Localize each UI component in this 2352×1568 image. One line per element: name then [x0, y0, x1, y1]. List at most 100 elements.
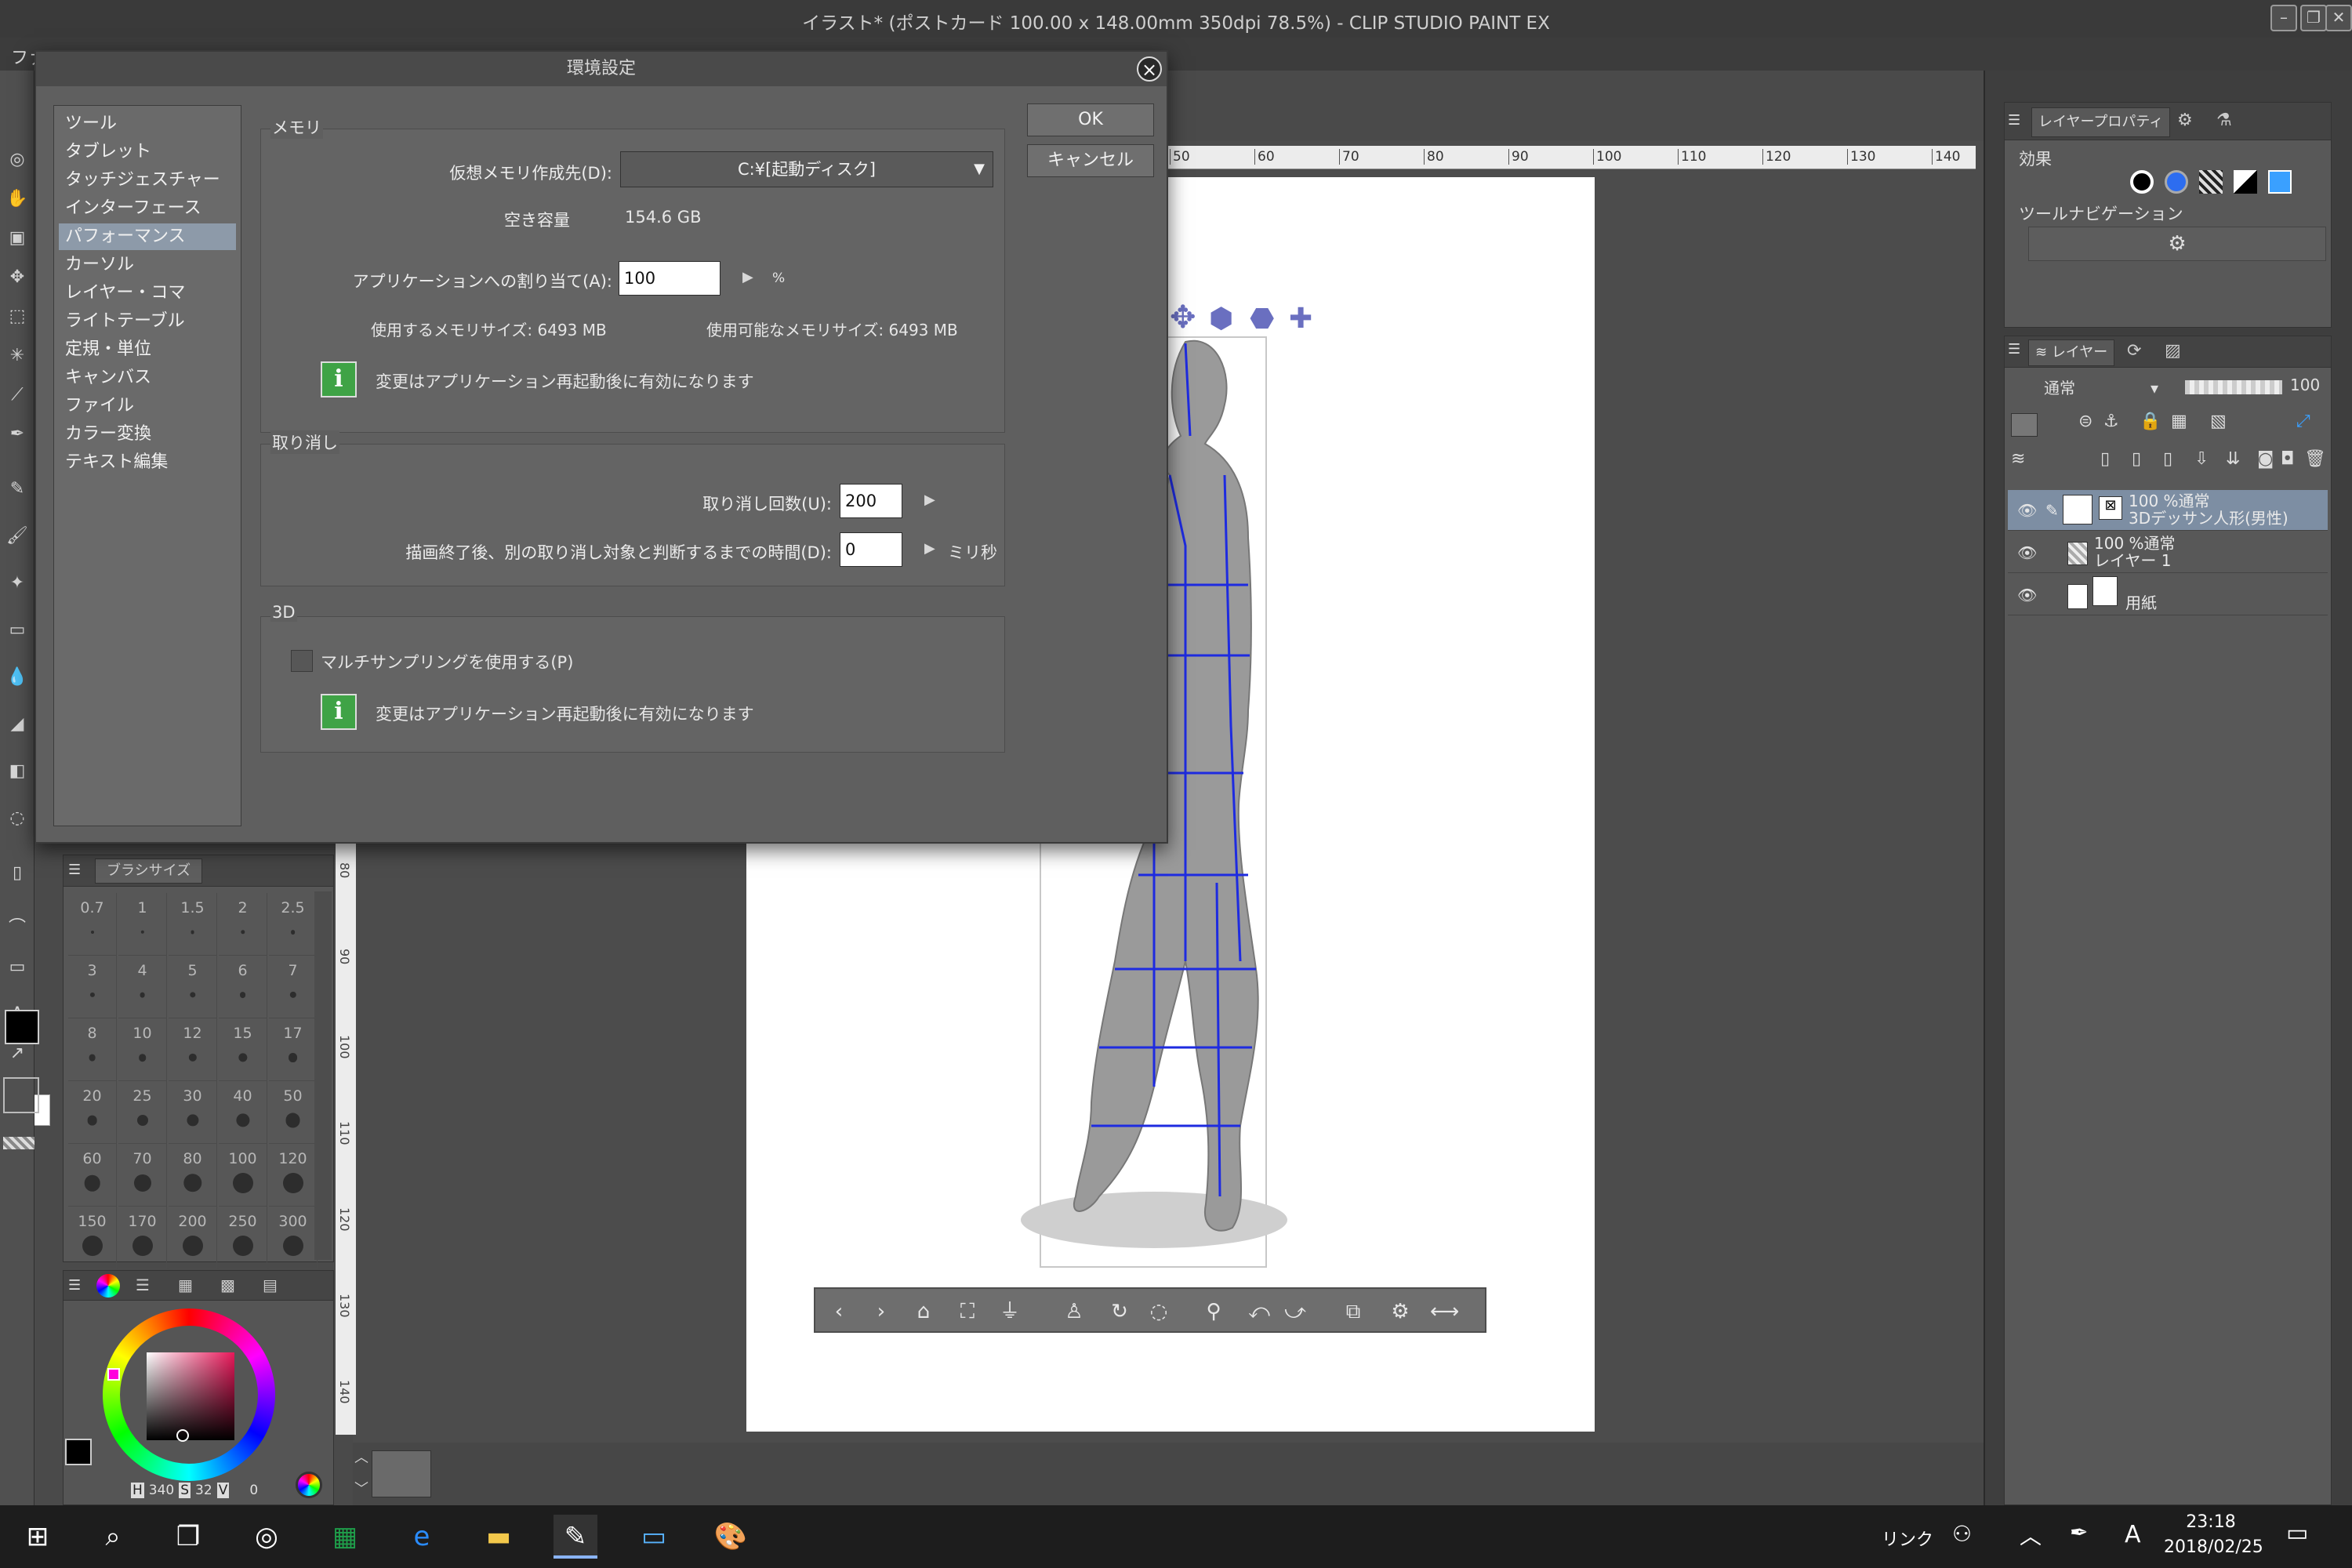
hue-marker[interactable] [107, 1368, 120, 1381]
brush-size-cell[interactable]: 50 [269, 1081, 318, 1144]
vm-select[interactable]: C:¥[起動ディスク] ▼ [620, 151, 993, 187]
brush-size-cell[interactable]: 6 [219, 956, 267, 1018]
panel-menu-icon[interactable]: ☰ [68, 1277, 81, 1294]
brush-tool-icon[interactable]: 🖌 [6, 525, 28, 547]
brush-size-cell[interactable]: 2 [219, 893, 267, 956]
ok-button[interactable]: OK [1027, 103, 1154, 136]
nav-item[interactable]: カーソル [59, 252, 236, 278]
people-icon[interactable]: ⚇ [1952, 1521, 1972, 1547]
balloon-tool-icon[interactable]: ↗ [6, 1043, 28, 1065]
main-color-swatch[interactable] [3, 1077, 39, 1113]
rotate-pose-icon[interactable]: ↻ [1105, 1298, 1134, 1325]
ime-label[interactable]: A [2125, 1521, 2141, 1548]
apply-mask-icon[interactable]: ◘ [2281, 449, 2294, 469]
zoom-tool-icon[interactable]: ◎ [6, 149, 28, 171]
brush-size-cell[interactable]: 25 [118, 1081, 167, 1144]
eye-icon[interactable]: 👁 [2017, 501, 2037, 520]
lasso-tool-icon[interactable]: ◌ [6, 808, 28, 829]
nav-item[interactable]: パフォーマンス [59, 223, 236, 250]
brush-size-cell[interactable]: 250 [219, 1207, 267, 1269]
move-tool-icon[interactable]: ✥ [6, 267, 28, 289]
tool-navigation-button[interactable]: ⚙ [2028, 227, 2326, 261]
notification-icon[interactable]: ▭ [2286, 1519, 2308, 1547]
undo-time-input[interactable]: 0 [840, 532, 902, 567]
main-color-small[interactable] [65, 1439, 92, 1465]
edge-icon[interactable]: e [400, 1515, 444, 1559]
brush-size-cell[interactable]: 100 [219, 1144, 267, 1207]
tone-icon[interactable] [2199, 170, 2223, 194]
layer-stack-icon[interactable]: ≋ [2011, 449, 2025, 469]
figure-tool-icon[interactable]: ▯ [6, 862, 28, 884]
reset-pose-icon[interactable]: ◌ [1145, 1298, 1173, 1325]
nav-item[interactable]: テキスト編集 [59, 449, 236, 476]
brush-size-cell[interactable]: 200 [169, 1207, 217, 1269]
lock-icon[interactable]: 🔒 [2140, 412, 2161, 431]
similar-color-tab-icon[interactable]: ▤ [263, 1276, 278, 1294]
brush-size-cell[interactable]: 60 [68, 1144, 117, 1207]
panel-menu-icon[interactable]: ☰ [2008, 341, 2020, 358]
curve-tool-icon[interactable]: ⌒ [6, 917, 28, 939]
search-icon[interactable]: ⌕ [91, 1515, 135, 1559]
panel-menu-icon[interactable]: ☰ [68, 862, 81, 878]
layer-color-swatch[interactable] [2011, 413, 2038, 437]
brush-size-cell[interactable]: 30 [169, 1081, 217, 1144]
eyedropper-tool-icon[interactable]: ⟋ [6, 384, 28, 406]
cancel-button[interactable]: キャンセル [1027, 144, 1154, 177]
pose-icon[interactable]: ♙ [1060, 1298, 1088, 1325]
undo-count-input[interactable]: 200 [840, 484, 902, 518]
brush-size-cell[interactable]: 20 [68, 1081, 117, 1144]
new-folder-icon[interactable]: ▯ [2163, 449, 2172, 469]
auto-select-tool-icon[interactable]: ✳ [6, 345, 28, 367]
create-mask-icon[interactable]: ◙ [2257, 449, 2274, 469]
clock[interactable]: 23:18 2018/02/25 [2164, 1510, 2263, 1560]
brush-size-cell[interactable]: 4 [118, 956, 167, 1018]
excel-icon[interactable]: ▦ [323, 1515, 367, 1559]
nav-item[interactable]: タブレット [59, 139, 236, 165]
blend-tool-icon[interactable]: 💧 [6, 666, 28, 688]
gradient-tool-icon[interactable]: ◧ [6, 760, 28, 782]
brush-size-cell[interactable]: 0.7 [68, 893, 117, 956]
brush-size-cell[interactable]: 80 [169, 1144, 217, 1207]
brush-size-cell[interactable]: 5 [169, 956, 217, 1018]
brush-size-cell[interactable]: 300 [269, 1207, 318, 1269]
nav-item[interactable]: カラー変換 [59, 421, 236, 448]
new-raster-layer-icon[interactable]: ▯ [2100, 449, 2110, 469]
operation-tool-icon[interactable]: ▣ [6, 227, 28, 249]
lock-alpha-icon[interactable]: ▦ [2171, 412, 2187, 431]
color-mode-icon[interactable] [296, 1472, 322, 1498]
brush-size-cell[interactable]: 12 [169, 1018, 217, 1081]
next-arrow-icon[interactable]: › [867, 1298, 895, 1325]
eraser-tool-icon[interactable]: ▭ [6, 619, 28, 641]
windows-start-icon[interactable]: ⊞ [16, 1515, 60, 1559]
brush-size-cell[interactable]: 15 [219, 1018, 267, 1081]
brush-size-cell[interactable]: 150 [68, 1207, 117, 1269]
undo-count-spin-arrow-icon[interactable]: ▶ [924, 492, 935, 508]
nav-item[interactable]: タッチジェスチャー [59, 167, 236, 194]
pen-workspace-icon[interactable]: ✒ [2070, 1519, 2088, 1545]
transparent-color-swatch[interactable] [3, 1137, 34, 1149]
figure-settings-icon[interactable]: ⚙ [1386, 1298, 1414, 1325]
tab-layer[interactable]: ≋ レイヤー [2028, 339, 2115, 366]
tab-brush-size[interactable]: ブラシサイズ [95, 858, 203, 884]
ruler-show-icon[interactable]: ⤢ [2296, 412, 2310, 431]
close-window-button[interactable]: ✕ [2325, 5, 2352, 31]
layer-row-3d[interactable]: 👁 ✎ ⊠ 100 %通常 3Dデッサン人形(男性) [2008, 490, 2328, 531]
undo-time-spin-arrow-icon[interactable]: ▶ [924, 540, 935, 557]
flask-icon[interactable]: ⚗ [2216, 111, 2232, 130]
maximize-button[interactable]: ❐ [2300, 5, 2327, 31]
link-label[interactable]: リンク [1882, 1526, 1933, 1551]
ground-icon[interactable]: ⏚ [996, 1298, 1024, 1325]
opacity-slider[interactable] [2185, 380, 2282, 394]
opacity-value[interactable]: 100 [2290, 376, 2320, 394]
nav-item[interactable]: ツール [59, 111, 236, 137]
alloc-spin-arrow-icon[interactable]: ▶ [742, 269, 753, 285]
file-explorer-icon[interactable]: ▬ [477, 1515, 521, 1559]
brush-size-cell[interactable]: 1.5 [169, 893, 217, 956]
brush-size-cell[interactable]: 10 [118, 1018, 167, 1081]
intermediate-color-tab-icon[interactable]: ▩ [220, 1276, 235, 1294]
subtool-detail-icon[interactable]: ⚙ [2177, 111, 2193, 130]
fit-view-icon[interactable]: ⛶ [953, 1298, 982, 1325]
nav-item[interactable]: ファイル [59, 393, 236, 419]
brush-size-cell[interactable]: 2.5 [269, 893, 318, 956]
brush-size-cell[interactable]: 170 [118, 1207, 167, 1269]
